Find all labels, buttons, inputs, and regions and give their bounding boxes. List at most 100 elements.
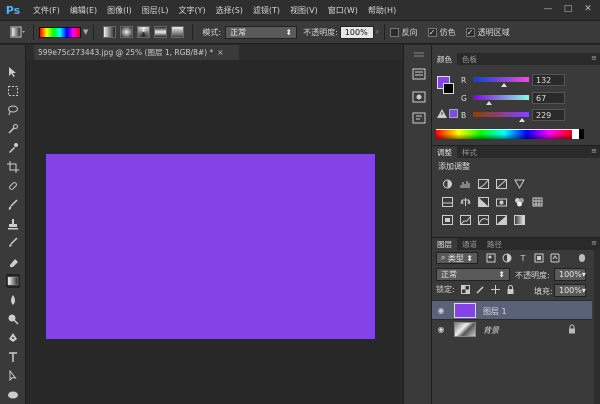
blue-slider-track[interactable] xyxy=(473,112,529,117)
blue-value-field[interactable]: 229 xyxy=(532,109,565,121)
menu-edit[interactable]: 编辑(E) xyxy=(70,5,97,16)
eyedropper-tool-icon[interactable] xyxy=(6,141,20,155)
reverse-checkbox[interactable] xyxy=(389,27,399,37)
menu-type[interactable]: 文字(Y) xyxy=(178,5,205,16)
radial-gradient-button[interactable] xyxy=(120,26,134,38)
gradient-map-icon[interactable] xyxy=(514,215,525,225)
layer-row[interactable]: ◉ 背景 xyxy=(432,319,592,338)
chevron-right-icon[interactable]: › xyxy=(376,28,379,36)
shape-filter-icon[interactable] xyxy=(534,253,544,263)
gradient-editor-swatch[interactable] xyxy=(39,26,81,38)
vibrance-icon[interactable] xyxy=(514,179,525,189)
move-tool-icon[interactable] xyxy=(6,65,20,79)
color-spectrum-ramp[interactable] xyxy=(436,129,572,139)
document-canvas[interactable] xyxy=(46,154,375,339)
panel-menu-icon[interactable]: ≡ xyxy=(591,147,597,155)
shape-tool-icon[interactable] xyxy=(6,388,20,402)
pen-tool-icon[interactable] xyxy=(6,331,20,345)
chevron-down-icon[interactable]: ▼ xyxy=(83,28,88,36)
crop-tool-icon[interactable] xyxy=(6,160,20,174)
menu-window[interactable]: 窗口(W) xyxy=(328,5,358,16)
levels-icon[interactable] xyxy=(460,179,471,189)
green-slider-thumb[interactable] xyxy=(486,101,492,105)
layer-name[interactable]: 图层 1 xyxy=(483,306,507,317)
adjustment-filter-icon[interactable] xyxy=(502,253,512,263)
blue-slider-thumb[interactable] xyxy=(519,118,525,122)
selective-color-icon[interactable] xyxy=(496,215,507,225)
menu-view[interactable]: 视图(V) xyxy=(290,5,318,16)
quick-select-tool-icon[interactable] xyxy=(6,122,20,136)
exposure-icon[interactable] xyxy=(496,179,507,189)
type-tool-icon[interactable] xyxy=(6,350,20,364)
smart-object-filter-icon[interactable] xyxy=(550,253,560,263)
menu-filter[interactable]: 滤镜(T) xyxy=(253,5,280,16)
layer-opacity-field[interactable]: 100% ▾ xyxy=(554,268,586,281)
invert-icon[interactable] xyxy=(442,215,453,225)
dodge-tool-icon[interactable] xyxy=(6,312,20,326)
history-panel-icon[interactable] xyxy=(411,67,427,81)
visibility-eye-icon[interactable]: ◉ xyxy=(436,325,446,334)
tab-swatches[interactable]: 色板 xyxy=(457,53,482,65)
background-color-swatch[interactable] xyxy=(443,83,454,94)
gradient-tool-icon[interactable] xyxy=(6,274,20,288)
dock-grip-icon[interactable] xyxy=(411,48,427,62)
menu-layer[interactable]: 图层(L) xyxy=(142,5,169,16)
white-swatch[interactable] xyxy=(572,129,579,139)
color-lookup-icon[interactable] xyxy=(532,197,543,207)
green-slider-track[interactable] xyxy=(473,95,529,100)
fill-field[interactable]: 100% ▾ xyxy=(554,284,586,297)
visibility-eye-icon[interactable]: ◉ xyxy=(436,306,446,315)
black-swatch[interactable] xyxy=(579,129,584,139)
document-tab[interactable]: 599e75c273443.jpg @ 25% (图层 1, RGB/8#) *… xyxy=(34,45,239,60)
close-tab-icon[interactable]: × xyxy=(217,48,223,57)
hue-saturation-icon[interactable] xyxy=(442,197,453,207)
transparency-checkbox[interactable]: ✓ xyxy=(465,27,475,37)
tab-adjustments[interactable]: 调整 xyxy=(432,146,457,158)
path-selection-icon[interactable] xyxy=(6,369,20,383)
close-icon[interactable]: ✕ xyxy=(582,3,594,15)
red-slider-thumb[interactable] xyxy=(501,83,507,87)
pixel-filter-icon[interactable] xyxy=(486,253,496,263)
black-white-icon[interactable] xyxy=(478,197,489,207)
actions-panel-icon[interactable] xyxy=(411,90,427,104)
websafe-color-swatch[interactable] xyxy=(449,109,458,118)
menu-help[interactable]: 帮助(H) xyxy=(368,5,396,16)
type-filter-icon[interactable]: T xyxy=(518,253,528,263)
photo-filter-icon[interactable] xyxy=(496,197,507,207)
mode-dropdown[interactable]: 正常 ⬍ xyxy=(225,25,298,39)
threshold-icon[interactable] xyxy=(478,215,489,225)
layer-kind-filter[interactable]: ⌕ 类型 ⬍ xyxy=(436,252,478,264)
dither-checkbox[interactable]: ✓ xyxy=(427,27,437,37)
red-slider-track[interactable] xyxy=(473,77,529,82)
marquee-tool-icon[interactable] xyxy=(6,84,20,98)
menu-file[interactable]: 文件(F) xyxy=(33,5,60,16)
tool-preset-picker[interactable] xyxy=(8,24,28,40)
eraser-tool-icon[interactable] xyxy=(6,255,20,269)
tab-paths[interactable]: 路径 xyxy=(482,238,507,250)
curves-icon[interactable] xyxy=(478,179,489,189)
layer-name[interactable]: 背景 xyxy=(483,325,499,336)
panel-menu-icon[interactable]: ≡ xyxy=(591,239,597,247)
linear-gradient-button[interactable] xyxy=(103,26,117,38)
lasso-tool-icon[interactable] xyxy=(6,103,20,117)
lock-all-icon[interactable] xyxy=(506,285,515,294)
reflected-gradient-button[interactable] xyxy=(154,26,168,38)
panel-scrollbar[interactable] xyxy=(594,250,600,404)
red-value-field[interactable]: 132 xyxy=(532,74,565,86)
layer-row[interactable]: ◉ 图层 1 xyxy=(432,300,592,319)
healing-brush-icon[interactable] xyxy=(6,179,20,193)
angle-gradient-button[interactable] xyxy=(137,26,151,38)
clone-stamp-icon[interactable] xyxy=(6,217,20,231)
menu-select[interactable]: 选择(S) xyxy=(216,5,243,16)
canvas-workspace[interactable] xyxy=(26,60,403,404)
channel-mixer-icon[interactable] xyxy=(514,197,525,207)
tab-color[interactable]: 颜色 xyxy=(432,53,457,65)
maximize-icon[interactable]: □ xyxy=(562,3,574,15)
menu-image[interactable]: 图像(I) xyxy=(107,5,132,16)
brightness-contrast-icon[interactable] xyxy=(442,179,453,189)
tab-styles[interactable]: 样式 xyxy=(457,146,482,158)
minimize-icon[interactable]: — xyxy=(542,3,554,15)
info-panel-icon[interactable] xyxy=(411,111,427,125)
filter-toggle-icon[interactable] xyxy=(577,253,587,263)
tab-channels[interactable]: 通道 xyxy=(457,238,482,250)
